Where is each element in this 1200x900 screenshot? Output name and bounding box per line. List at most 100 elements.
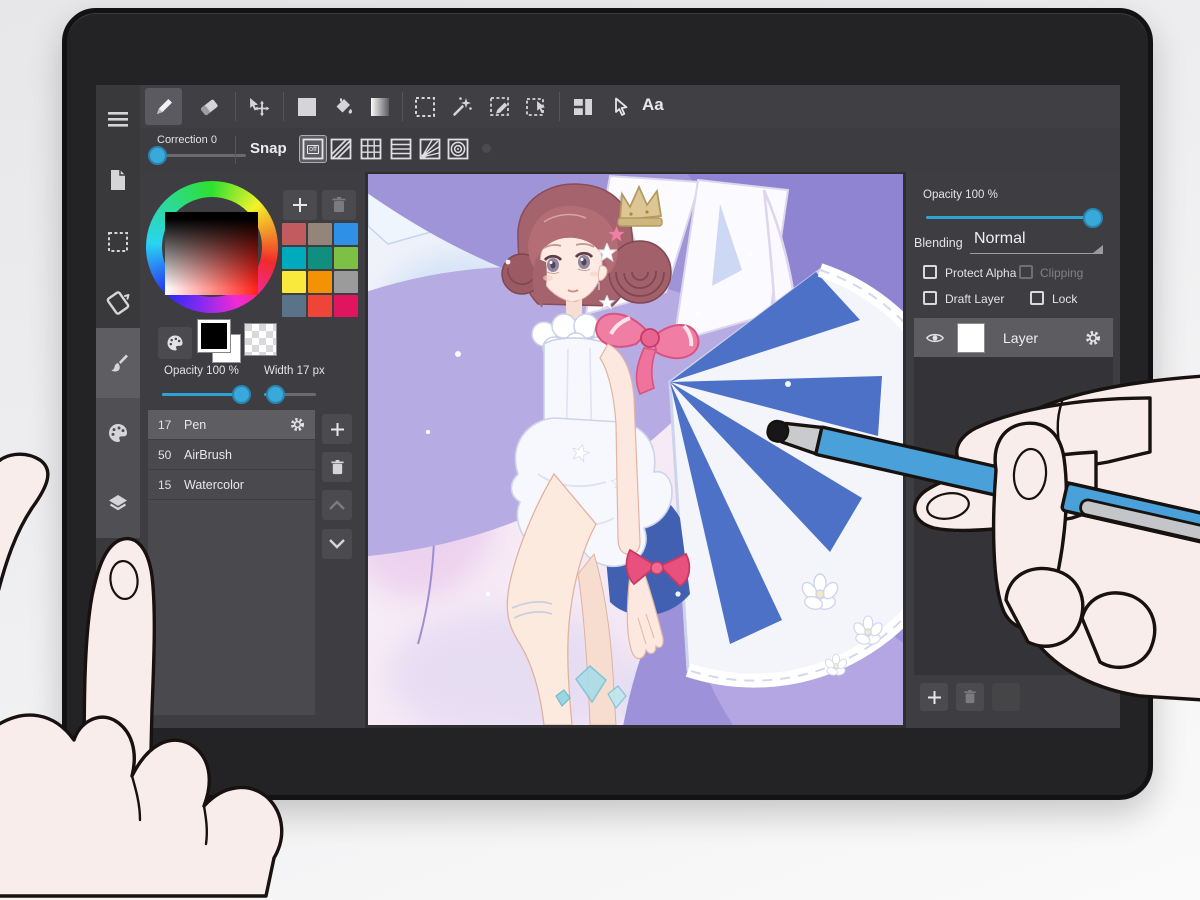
rotate-canvas-button[interactable] <box>96 281 140 325</box>
add-color-button[interactable] <box>283 190 317 220</box>
brush-row-watercolor[interactable]: 15 Watercolor <box>148 470 315 500</box>
hamburger-icon <box>108 112 128 127</box>
brush-settings-gear-icon[interactable] <box>290 417 305 432</box>
snap-parallel-icon <box>330 138 352 160</box>
foreground-color-chip[interactable] <box>197 319 231 353</box>
tool-eraser-button[interactable] <box>190 88 227 125</box>
delete-brush-button[interactable] <box>322 452 352 482</box>
app-screen: Aa Correction 0 Snap off Opacity 100 % W… <box>96 85 1120 728</box>
redo-button[interactable] <box>96 608 140 652</box>
protect-alpha-checkbox[interactable] <box>923 265 937 279</box>
tab-color-panel[interactable] <box>96 398 140 468</box>
tool-cursor-button[interactable] <box>602 88 639 125</box>
new-document-button[interactable] <box>96 158 140 202</box>
visibility-eye-icon[interactable] <box>926 332 944 344</box>
toolbar-divider <box>235 92 236 121</box>
delete-color-button[interactable] <box>322 190 356 220</box>
protect-alpha-label: Protect Alpha <box>945 266 1017 280</box>
pen-icon <box>156 98 172 114</box>
brush-opacity-knob[interactable] <box>232 385 251 404</box>
snap-vanishing-point-icon <box>419 138 441 160</box>
tool-move-button[interactable] <box>239 88 276 125</box>
palette-swatch[interactable] <box>308 247 332 269</box>
divide-canvas-icon <box>573 98 592 115</box>
brush-size: 15 <box>158 477 172 492</box>
merge-layer-button[interactable] <box>992 683 1020 711</box>
redo-icon <box>108 625 127 637</box>
add-brush-button[interactable] <box>322 414 352 444</box>
palette-swatch[interactable] <box>282 271 306 293</box>
layer-settings-gear-icon[interactable] <box>1085 330 1101 346</box>
tool-select-transform-button[interactable] <box>517 88 554 125</box>
palette-swatch[interactable] <box>334 223 358 245</box>
options-divider <box>235 136 236 164</box>
correction-slider-knob[interactable] <box>148 146 167 165</box>
layer-list[interactable] <box>914 357 1113 675</box>
color-chips[interactable] <box>197 319 244 366</box>
tool-select-pen-button[interactable] <box>481 88 518 125</box>
layers-icon <box>109 495 127 511</box>
fill-bucket-icon <box>336 97 352 114</box>
tab-layers-panel[interactable] <box>96 468 140 538</box>
tool-gradient-button[interactable] <box>361 88 398 125</box>
lock-checkbox[interactable] <box>1030 291 1044 305</box>
left-sidebar <box>96 85 141 728</box>
palette-swatch[interactable] <box>282 223 306 245</box>
magic-wand-icon <box>452 96 472 116</box>
snap-grid-button[interactable] <box>358 136 384 162</box>
clipping-checkbox[interactable] <box>1019 265 1033 279</box>
move-brush-up-button[interactable] <box>322 490 352 520</box>
brush-row-airbrush[interactable]: 50 AirBrush <box>148 440 315 470</box>
blending-select[interactable]: Normal <box>974 230 1026 248</box>
palette-mode-button[interactable] <box>158 327 192 359</box>
palette-swatch[interactable] <box>282 295 306 317</box>
plus-icon <box>927 690 941 704</box>
brush-row-pen[interactable]: 17 Pen <box>148 410 315 440</box>
snap-vanishing-point-button[interactable] <box>417 136 443 162</box>
brush-width-knob[interactable] <box>266 385 285 404</box>
layer-opacity-knob[interactable] <box>1083 208 1103 228</box>
undo-button[interactable] <box>96 668 140 712</box>
drawing-canvas[interactable] <box>368 174 903 725</box>
add-layer-button[interactable] <box>920 683 948 711</box>
palette-swatch[interactable] <box>334 295 358 317</box>
snap-horizontal-icon <box>390 138 412 160</box>
layer-thumbnail <box>957 322 985 353</box>
move-brush-down-button[interactable] <box>322 529 352 559</box>
snap-concentric-button[interactable] <box>445 136 471 162</box>
menu-button[interactable] <box>96 97 140 141</box>
layer-row[interactable]: Layer <box>914 318 1113 357</box>
correction-label: Correction 0 <box>157 134 217 146</box>
tool-magic-wand-button[interactable] <box>443 88 480 125</box>
tool-select-rect-button[interactable] <box>406 88 443 125</box>
tool-text-button[interactable]: Aa <box>642 95 664 115</box>
palette-swatch[interactable] <box>282 247 306 269</box>
palette-swatch[interactable] <box>334 247 358 269</box>
snap-off-button[interactable]: off <box>299 135 327 163</box>
tool-fill-button[interactable] <box>324 88 361 125</box>
palette-swatch[interactable] <box>308 223 332 245</box>
palette-swatch[interactable] <box>308 271 332 293</box>
correction-slider-track[interactable] <box>156 154 246 157</box>
panel-tabstrip <box>96 328 140 538</box>
brush-size: 50 <box>158 447 172 462</box>
delete-layer-button[interactable] <box>956 683 984 711</box>
trash-icon <box>964 690 976 704</box>
tab-brush-panel[interactable] <box>96 328 140 398</box>
brush-name: Watercolor <box>184 477 244 492</box>
select-tool-button[interactable] <box>96 220 140 264</box>
clipping-label: Clipping <box>1040 266 1084 280</box>
dropdown-corner-icon <box>1093 245 1103 253</box>
palette-swatch[interactable] <box>334 271 358 293</box>
gradient-icon <box>370 97 389 116</box>
palette-swatch[interactable] <box>308 295 332 317</box>
trash-icon <box>332 197 346 212</box>
tool-shape-button[interactable] <box>288 88 325 125</box>
saturation-value-square[interactable] <box>165 212 258 295</box>
tool-divide-canvas-button[interactable] <box>564 88 601 125</box>
draft-layer-checkbox[interactable] <box>923 291 937 305</box>
transparent-color-chip[interactable] <box>244 323 277 356</box>
snap-parallel-button[interactable] <box>328 136 354 162</box>
snap-horizontal-button[interactable] <box>388 136 414 162</box>
tool-pen-button[interactable] <box>145 88 182 125</box>
